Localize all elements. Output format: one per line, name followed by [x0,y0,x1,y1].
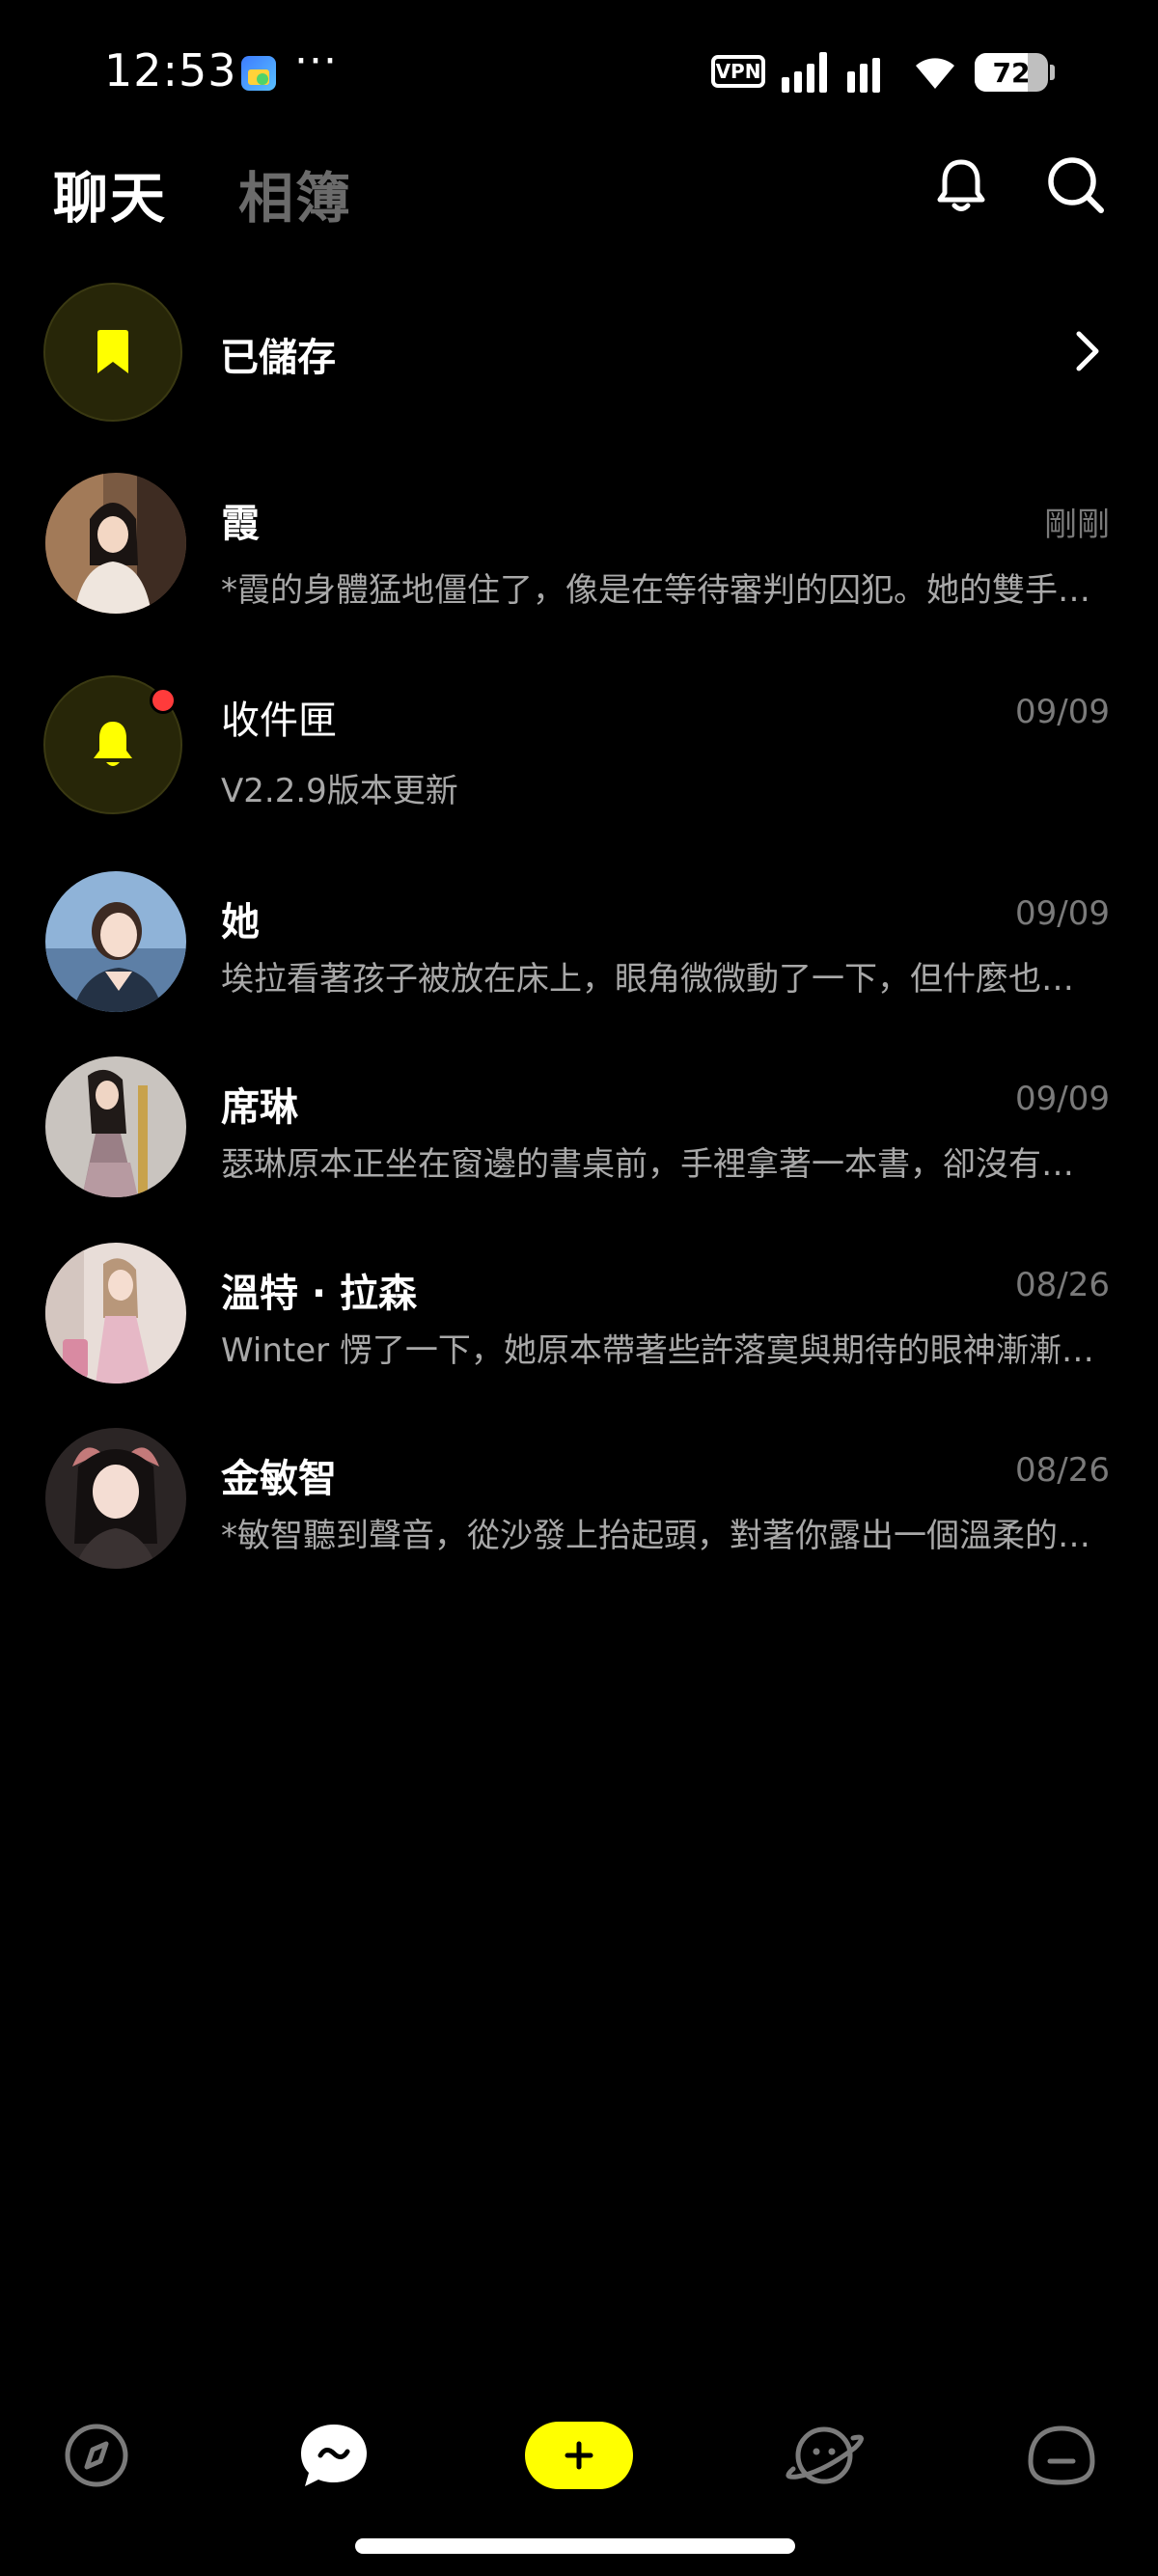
chat-time: 08/26 [1015,1266,1110,1304]
chat-name: 收件匣 [221,699,337,743]
saved-icon-circle [43,283,182,422]
chat-row[interactable]: 她 09/09 埃拉看著孩子被放在床上，眼角微微動了一下，但什麼也沒有說 [0,871,1158,1035]
tab-album[interactable]: 相簿 [238,154,352,233]
chat-preview: *敏智聽到聲音，從沙發上抬起頭，對著你露出一個溫柔的笑容 [221,1517,1094,1555]
chat-row[interactable]: 席琳 09/09 瑟琳原本正坐在窗邊的書桌前，手裡拿著一本書，卻沒有翻頁 [0,1056,1158,1220]
vpn-badge: VPN [711,55,765,88]
bell-icon[interactable] [930,154,992,216]
chat-preview: 瑟琳原本正坐在窗邊的書桌前，手裡拿著一本書，卻沒有翻頁 [221,1145,1094,1184]
nav-discover[interactable] [766,2402,882,2508]
chat-row[interactable]: 金敏智 08/26 *敏智聽到聲音，從沙發上抬起頭，對著你露出一個溫柔的笑容 [0,1428,1158,1592]
create-button[interactable] [525,2422,633,2489]
bookmark-icon [97,330,128,373]
chat-name: 霞 [221,502,260,546]
search-icon[interactable] [1045,154,1107,216]
chat-time: 09/09 [1015,693,1110,731]
status-bar: 12:53 ··· VPN 72 [0,0,1158,145]
chat-time: 09/09 [1015,894,1110,933]
chat-time: 剛剛 [1044,506,1110,544]
saved-label: 已儲存 [220,336,336,380]
battery-indicator: 72 [975,53,1048,92]
chat-bubble-icon [301,2425,367,2486]
bell-icon [94,722,132,766]
signal-icon-secondary [847,52,894,93]
more-notifications-icon: ··· [294,37,338,86]
nav-chat[interactable] [276,2402,392,2508]
battery-tip [1050,65,1055,80]
chat-row[interactable]: 霞 剛剛 *霞的身體猛地僵住了，像是在等待審判的囚犯。她的雙手緊緊抓住衣角 [0,473,1158,637]
chat-preview: 埃拉看著孩子被放在床上，眼角微微動了一下，但什麼也沒有說 [221,960,1094,999]
chat-name: 她 [221,900,260,945]
saved-row[interactable]: 已儲存 [0,280,1158,425]
avatar [45,1428,186,1569]
chat-preview: *霞的身體猛地僵住了，像是在等待審判的囚犯。她的雙手緊緊抓住衣角 [221,571,1094,610]
avatar [45,1056,186,1197]
avatar [45,1243,186,1384]
chat-preview: V2.2.9版本更新 [221,772,458,810]
battery-level: 72 [992,56,1031,89]
nav-explore[interactable] [39,2402,154,2508]
add-icon [565,2441,593,2470]
bottom-nav [0,2402,1158,2508]
wifi-icon [916,58,954,89]
chat-time: 09/09 [1015,1080,1110,1118]
chat-preview: Winter 愣了一下，她原本帶著些許落寞與期待的眼神漸漸亮了起來 [221,1331,1094,1370]
status-time: 12:53 [104,44,237,96]
chat-name: 金敏智 [221,1457,337,1501]
chat-name: 溫特 · 拉森 [221,1272,418,1316]
home-indicator[interactable] [355,2538,795,2554]
nav-profile[interactable] [1004,2402,1119,2508]
avatar [45,473,186,614]
signal-icon [782,52,843,93]
profile-face-icon [1028,2425,1095,2485]
planet-face-icon [786,2426,864,2484]
unread-dot [150,687,177,714]
chat-time: 08/26 [1015,1451,1110,1490]
chat-name: 席琳 [221,1085,298,1130]
tab-chat[interactable]: 聊天 [53,154,167,233]
gallery-app-icon [241,56,276,91]
chat-row[interactable]: 溫特 · 拉森 08/26 Winter 愣了一下，她原本帶著些許落寞與期待的眼… [0,1243,1158,1407]
chevron-right-icon[interactable] [1071,328,1104,374]
avatar [45,871,186,1012]
compass-icon [65,2424,128,2487]
